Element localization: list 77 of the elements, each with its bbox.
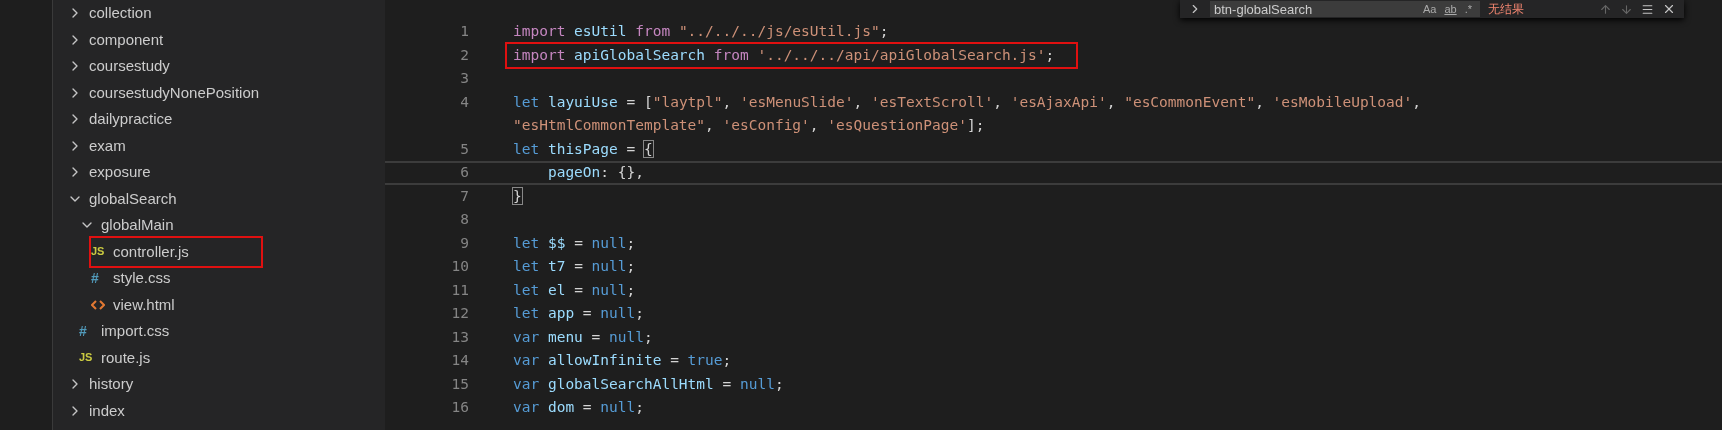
line-number: 12 — [450, 304, 470, 323]
line-number: 15 — [450, 374, 470, 394]
folder-item[interactable]: index — [67, 396, 133, 425]
find-option-toggle[interactable]: .* — [1460, 3, 1476, 15]
folder-item[interactable]: coursestudy — [67, 52, 178, 81]
hash-file-icon: # — [91, 271, 107, 286]
find-result: 无结果 — [1488, 3, 1524, 15]
item-label: exam — [89, 135, 126, 156]
item-label: exposure — [89, 162, 151, 182]
code-line: pageOn: {}, — [546, 163, 644, 182]
code-line: let el = null; — [513, 280, 636, 300]
folder-item[interactable]: collection — [67, 0, 160, 28]
search-query: btn-globalSearch — [1214, 2, 1314, 16]
code-line: var menu = null; — [513, 327, 653, 347]
file-item[interactable]: JS controller.js — [91, 237, 261, 266]
find-input[interactable]: btn-globalSearch Aa ab .* — [1210, 1, 1480, 17]
item-label: history — [89, 374, 134, 394]
code-line: } — [513, 186, 523, 206]
item-label: coursestudy — [89, 56, 170, 76]
item-label: dailypractice — [89, 109, 173, 129]
item-label: import.css — [101, 321, 170, 341]
folder-item[interactable]: coursestudyNonePosition — [67, 78, 268, 107]
code-line: var globalSearchAllHtml = null; — [513, 374, 784, 394]
find-in-selection-icon[interactable] — [1641, 2, 1654, 16]
line-number: 2 — [459, 45, 470, 65]
line-number: 11 — [450, 280, 470, 300]
code-line: var allowInfinite = true; — [513, 351, 732, 370]
folder-item[interactable]: dailypractice — [67, 105, 181, 134]
angle-brackets-icon — [91, 298, 105, 311]
line-number: 8 — [459, 210, 470, 229]
folder-item[interactable]: exposure — [67, 158, 159, 187]
line-number: 3 — [459, 69, 470, 88]
file-item[interactable]: # import.css — [79, 317, 178, 346]
annotated-code-line: import apiGlobalSearch from '../../../api/apiGlobalSearch.js'; — [507, 43, 1077, 67]
hash-file-icon: # — [79, 324, 95, 339]
file-item[interactable]: view.html — [91, 290, 183, 319]
item-label: collection — [89, 3, 152, 23]
line-number: 4 — [459, 92, 470, 112]
code-line: let thisPage = { — [513, 139, 653, 159]
line-number: 1 — [459, 22, 470, 41]
item-label: controller.js — [113, 241, 189, 262]
file-item[interactable]: JS route.js — [79, 343, 159, 372]
code-line: let app = null; — [513, 304, 644, 323]
file-item[interactable]: # style.css — [91, 264, 179, 293]
folder-item[interactable]: globalMain — [79, 211, 182, 240]
item-label: view.html — [113, 294, 175, 315]
item-label: coursestudyNonePosition — [89, 82, 260, 103]
line-number: 6 — [459, 163, 470, 182]
folder-item[interactable]: history — [67, 370, 142, 399]
code-line: var dom = null; — [513, 398, 644, 417]
code-line: let $$ = null; — [513, 233, 636, 253]
find-option-toggle[interactable]: ab — [1440, 3, 1461, 15]
next-match-icon[interactable] — [1620, 2, 1633, 16]
line-number: 16 — [450, 398, 470, 417]
code-line: import esUtil from "../../../js/esUtil.js"; — [513, 22, 889, 41]
item-label: style.css — [113, 268, 171, 288]
item-label: index — [89, 400, 125, 421]
folder-item[interactable]: component — [67, 25, 172, 54]
folder-item[interactable]: exam — [67, 131, 134, 160]
close-icon[interactable] — [1662, 2, 1676, 16]
code-line: let t7 = null; — [513, 257, 636, 276]
item-label: globalMain — [101, 215, 174, 235]
folder-item[interactable]: globalSearch — [67, 184, 185, 213]
code-line: let layuiUse = ["laytpl", 'esMenuSlide', 'esTextScroll', 'esAjaxApi', "esCommonEvent", 'esMobileUpload', "esHtmlCommonTemplate", 'esConfig', 'esQuestionPage']; — [513, 92, 1421, 135]
find-option-toggle[interactable]: Aa — [1418, 3, 1441, 15]
item-label: route.js — [101, 347, 151, 368]
js-file-icon: JS — [79, 352, 95, 364]
js-file-icon: JS — [91, 246, 107, 258]
line-number: 14 — [450, 351, 470, 370]
line-number: 9 — [459, 233, 470, 253]
previous-match-icon[interactable] — [1599, 2, 1612, 16]
item-label: component — [89, 29, 164, 50]
line-number: 10 — [450, 257, 470, 276]
line-number: 13 — [450, 327, 470, 347]
item-label: globalSearch — [89, 188, 177, 209]
line-number: 7 — [459, 186, 470, 206]
line-number: 5 — [459, 139, 470, 159]
